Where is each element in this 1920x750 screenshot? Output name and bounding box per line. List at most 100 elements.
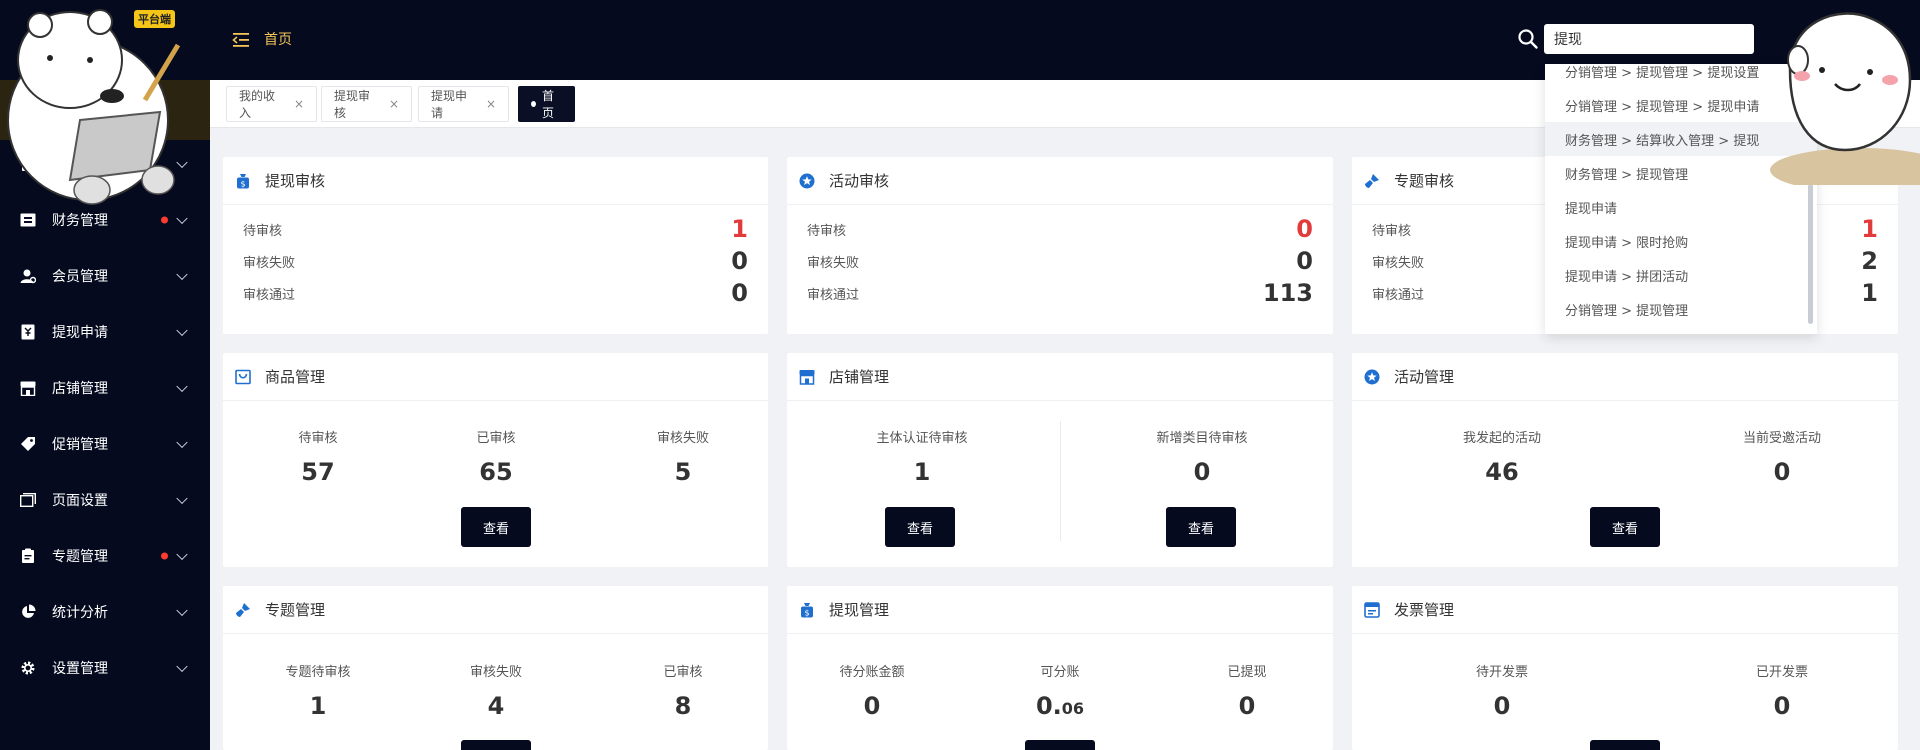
sidebar-item-store[interactable]: 店铺管理: [0, 360, 210, 416]
row-label: 审核失败: [807, 255, 860, 271]
sidebar-item-label: 会员管理: [52, 269, 108, 285]
star-badge-icon: [1364, 369, 1380, 385]
stat-label: 专题待审核: [285, 665, 351, 680]
stat-row[interactable]: 审核通过 113: [787, 277, 1333, 309]
stat-splittable[interactable]: 可分账 0.06: [1000, 661, 1120, 720]
dropdown-scrollbar[interactable]: [1808, 184, 1813, 324]
stat-row[interactable]: 审核失败 0: [787, 245, 1333, 277]
row-label: 待审核: [243, 223, 283, 239]
card-header: $ 提现审核: [223, 157, 768, 205]
stat-value: 4: [487, 692, 505, 720]
menu-search-input[interactable]: [1544, 24, 1754, 54]
breadcrumb[interactable]: 首页: [264, 29, 292, 49]
stat-label: 我发起的活动: [1462, 431, 1541, 446]
card-withdraw-management: $ 提现管理 待分账金额 0 可分账 0.06 已提现 0: [787, 586, 1333, 750]
stat-label: 待分账金额: [839, 665, 905, 680]
sidebar-item-settings[interactable]: 设置管理: [0, 640, 210, 696]
suggestion-item[interactable]: 提现申请 > 限时抢购: [1545, 224, 1817, 258]
stat-pending-split[interactable]: 待分账金额 0: [812, 661, 932, 720]
card-title: 提现审核: [265, 172, 326, 190]
card-title: 提现管理: [829, 601, 890, 619]
close-icon[interactable]: ×: [486, 97, 496, 111]
card-title: 商品管理: [265, 368, 326, 386]
stat-row[interactable]: 审核失败 0: [223, 245, 768, 277]
stat-value: 0: [863, 692, 881, 720]
stat-reviewed[interactable]: 已审核 65: [436, 427, 556, 486]
view-button[interactable]: 查看: [1166, 507, 1236, 547]
stat-topic-reviewed[interactable]: 已审核 8: [623, 661, 743, 720]
stat-value: 1: [913, 458, 931, 486]
finance-icon: [20, 212, 36, 228]
stat-topic-failed[interactable]: 审核失败 4: [436, 661, 556, 720]
sidebar-nav: 订单管理 财务管理 会员管理 提现申请 店铺管理 促销管理: [0, 136, 210, 696]
stat-label: 已审核: [476, 431, 516, 446]
close-icon[interactable]: ×: [294, 97, 304, 111]
stat-pending[interactable]: 待审核 57: [258, 427, 378, 486]
stat-label: 可分账: [1040, 665, 1080, 680]
tab-my-income[interactable]: 我的收入 ×: [226, 86, 317, 122]
sidebar-item-label: 统计分析: [52, 605, 108, 621]
row-value: 1: [1861, 215, 1878, 243]
page-icon: [20, 492, 36, 508]
view-button[interactable]: [461, 740, 531, 750]
suggestion-item[interactable]: 提现申请 > 拼团活动: [1545, 258, 1817, 292]
view-button[interactable]: [1590, 740, 1660, 750]
suggestion-item[interactable]: 分销管理 > 提现管理: [1545, 292, 1817, 326]
stat-failed[interactable]: 审核失败 5: [623, 427, 743, 486]
svg-text:$: $: [804, 608, 809, 617]
tab-label: 提现申请: [431, 89, 468, 120]
row-label: 待审核: [1372, 223, 1412, 239]
stat-invoice-issued[interactable]: 已开发票 0: [1697, 661, 1867, 720]
stat-value: 65: [479, 458, 513, 486]
stat-category-pending[interactable]: 新增类目待审核 0: [1117, 427, 1287, 486]
row-value: 0: [731, 279, 748, 307]
stat-entity-pending[interactable]: 主体认证待审核 1: [837, 427, 1007, 486]
suggestion-item[interactable]: 提现申请: [1545, 190, 1817, 224]
stat-topic-pending[interactable]: 专题待审核 1: [258, 661, 378, 720]
tab-withdraw-apply[interactable]: 提现申请 ×: [418, 86, 509, 122]
sidebar-item-topics[interactable]: 专题管理: [0, 528, 210, 584]
view-button[interactable]: 查看: [885, 507, 955, 547]
stat-label: 已提现: [1227, 665, 1267, 680]
stat-row[interactable]: 待审核 1: [223, 213, 768, 245]
star-badge-icon: [799, 173, 815, 189]
tab-withdraw-review[interactable]: 提现审核 ×: [321, 86, 412, 122]
card-activity-management: 活动管理 我发起的活动 46 当前受邀活动 0 查看: [1352, 353, 1898, 567]
stat-my-activities[interactable]: 我发起的活动 46: [1417, 427, 1587, 486]
stat-withdrawn[interactable]: 已提现 0: [1187, 661, 1307, 720]
card-store-management: 店铺管理 主体认证待审核 1 新增类目待审核 0 查看 查看: [787, 353, 1333, 567]
view-button[interactable]: 查看: [461, 507, 531, 547]
stat-value-main: 0.: [1035, 692, 1062, 720]
sidebar-item-label: 财务管理: [52, 213, 108, 229]
sidebar-item-members[interactable]: 会员管理: [0, 248, 210, 304]
store-icon: [799, 369, 815, 385]
tab-label: 提现审核: [334, 89, 371, 120]
sidebar-item-promotion[interactable]: 促销管理: [0, 416, 210, 472]
stat-invited-activities[interactable]: 当前受邀活动 0: [1697, 427, 1867, 486]
stat-row[interactable]: 审核通过 0: [223, 277, 768, 309]
stat-label: 待开发票: [1475, 665, 1528, 680]
notification-dot: [161, 216, 168, 224]
tab-home[interactable]: 首页: [518, 86, 575, 122]
sidebar-item-pages[interactable]: 页面设置: [0, 472, 210, 528]
money-bag-icon: $: [799, 602, 815, 618]
sidebar-item-label: 专题管理: [52, 549, 108, 565]
menu-fold-icon[interactable]: [232, 31, 250, 49]
view-button[interactable]: 查看: [1590, 507, 1660, 547]
stat-invoice-pending[interactable]: 待开发票 0: [1417, 661, 1587, 720]
stat-label: 已审核: [663, 665, 703, 680]
card-header: $ 提现管理: [787, 586, 1333, 634]
card-header: 活动审核: [787, 157, 1333, 205]
card-title: 活动管理: [1394, 368, 1455, 386]
row-value: 1: [731, 215, 748, 243]
sidebar-item-statistics[interactable]: 统计分析: [0, 584, 210, 640]
gear-icon: [20, 660, 36, 676]
sidebar-item-label: 店铺管理: [52, 381, 108, 397]
invoice-icon: [1364, 601, 1380, 618]
stat-row[interactable]: 待审核 0: [787, 213, 1333, 245]
view-button[interactable]: [1025, 740, 1095, 750]
close-icon[interactable]: ×: [389, 97, 399, 111]
topic-icon: [20, 548, 36, 564]
search-icon[interactable]: [1517, 28, 1539, 50]
sidebar-item-withdraw[interactable]: 提现申请: [0, 304, 210, 360]
